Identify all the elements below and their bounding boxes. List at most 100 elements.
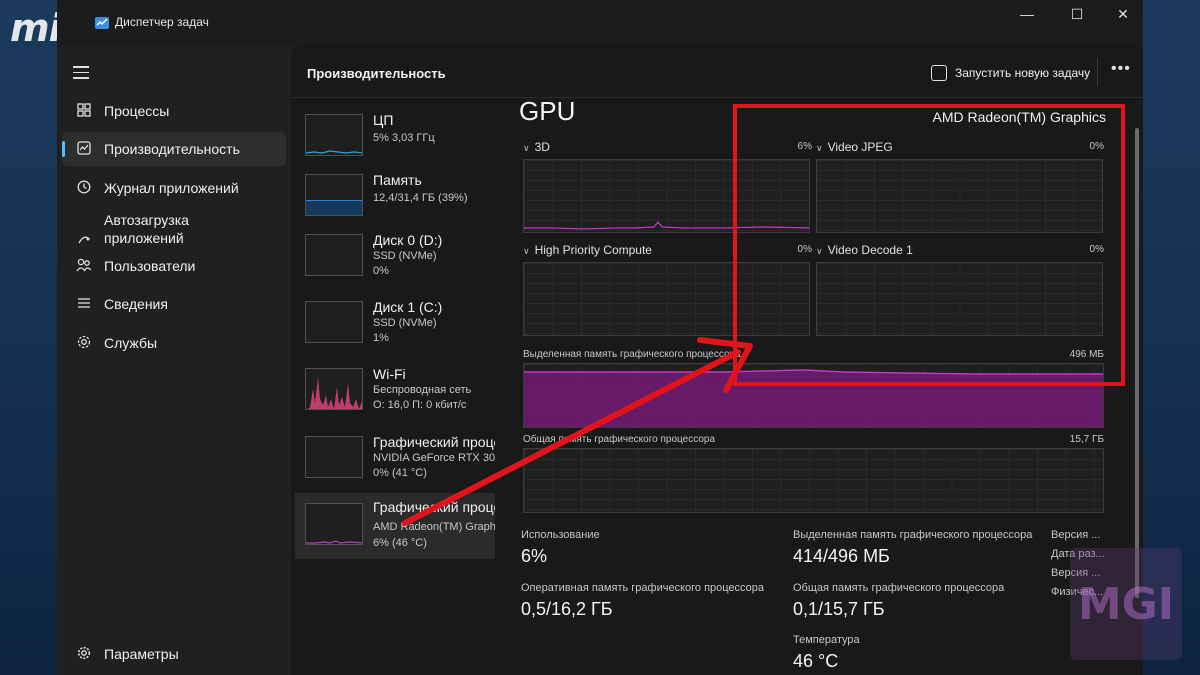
perf-item-detail: 12,4/31,4 ГБ (39%)	[373, 192, 468, 204]
nav-item-services[interactable]: Службы	[62, 326, 286, 360]
close-button[interactable]: ✕	[1100, 0, 1146, 28]
perf-item-name: Диск 1 (C:)	[373, 299, 443, 315]
engine-video-jpeg-selector[interactable]: ∨ Video JPEG	[816, 140, 893, 154]
perf-item-name: ЦП	[373, 112, 394, 128]
shared-memory-graph-max: 15,7 ГБ	[1069, 434, 1104, 445]
perf-item-cpu[interactable]: ЦП 5% 3,03 ГГц	[295, 106, 495, 166]
vertical-scrollbar[interactable]	[1135, 128, 1139, 598]
engine-video-jpeg-graph	[816, 159, 1103, 233]
nav-label: Сведения	[104, 296, 168, 312]
active-indicator	[62, 141, 65, 157]
nav-item-details[interactable]: Сведения	[62, 287, 286, 321]
startup-icon	[74, 214, 94, 250]
perf-item-gpu-1[interactable]: Графический процессор 1 AMD Radeon(TM) G…	[295, 493, 495, 559]
perf-item-detail: Беспроводная сеть	[373, 384, 472, 396]
maximize-button[interactable]: ☐	[1054, 0, 1100, 28]
nav-label: Производительность	[104, 141, 240, 157]
shared-memory-graph-label: Общая память графического процессора	[523, 434, 716, 445]
sidebar: Процессы Производительность Журнал прило…	[57, 46, 291, 675]
perf-item-value: 0% (41 °C)	[373, 467, 427, 479]
perf-item-disk-0[interactable]: Диск 0 (D:) SSD (NVMe) 0%	[295, 226, 495, 286]
perf-item-detail: 5% 3,03 ГГц	[373, 132, 435, 144]
more-options-button[interactable]: •••	[1111, 60, 1131, 78]
dedicated-memory-graph	[523, 363, 1104, 428]
run-new-task-label: Запустить новую задачу	[955, 66, 1091, 80]
perf-item-name: Диск 0 (D:)	[373, 232, 443, 248]
nav-item-processes[interactable]: Процессы	[62, 94, 286, 128]
perf-item-value: 6% (46 °C)	[373, 537, 427, 549]
engine-label: High Priority Compute	[534, 243, 652, 257]
perf-item-gpu-0[interactable]: Графический процессор 0 NVIDIA GeForce R…	[295, 428, 495, 488]
page-title: Производительность	[307, 66, 446, 81]
nav-item-app-history[interactable]: Журнал приложений	[62, 171, 286, 205]
perf-item-name: Память	[373, 172, 422, 188]
nav-label: Автозагрузка приложений	[104, 212, 189, 246]
nav-label: Пользователи	[104, 258, 196, 274]
gpu-adapter-name: AMD Radeon(TM) Graphics	[932, 109, 1107, 125]
run-new-task-button[interactable]: Запустить новую задачу	[931, 62, 1090, 84]
task-manager-window: Диспетчер задач — ☐ ✕ Процессы Производи…	[57, 0, 1143, 675]
perf-item-value: 0%	[373, 265, 389, 277]
perf-item-detail: SSD (NVMe)	[373, 250, 437, 262]
dedicated-memory-graph-label: Выделенная память графического процессор…	[523, 349, 741, 360]
perf-item-name: Wi-Fi	[373, 366, 406, 382]
engine-video-decode-selector[interactable]: ∨ Video Decode 1	[816, 243, 913, 257]
engine-high-priority-compute-graph	[523, 262, 810, 336]
gpu-memory-label: Оперативная память графического процессо…	[521, 582, 765, 594]
gpu-heading: GPU	[519, 96, 576, 126]
details-icon	[74, 296, 94, 313]
nav-label: Параметры	[104, 646, 179, 662]
dedicated-memory-graph-max: 496 МБ	[1069, 349, 1104, 360]
cpu-thumbnail-graph	[305, 114, 363, 156]
perf-item-disk-1[interactable]: Диск 1 (C:) SSD (NVMe) 1%	[295, 293, 495, 353]
driver-version-label: Версия ...	[1051, 529, 1101, 541]
gpu0-thumbnail-graph	[305, 436, 363, 478]
hamburger-menu-icon[interactable]	[73, 66, 89, 80]
services-icon	[74, 335, 94, 352]
perf-item-wifi[interactable]: Wi-Fi Беспроводная сеть О: 16,0 П: 0 кби…	[295, 360, 495, 420]
nav-label: Журнал приложений	[104, 180, 239, 196]
perf-item-name: Графический процессор 0	[373, 434, 495, 450]
nav-item-settings[interactable]: Параметры	[62, 637, 286, 671]
engine-label: Video JPEG	[827, 140, 893, 154]
perf-item-value: 1%	[373, 332, 389, 344]
task-manager-app-icon	[95, 17, 109, 29]
engine-high-priority-compute-selector[interactable]: ∨ High Priority Compute	[523, 243, 652, 257]
nav-label: Процессы	[104, 103, 170, 119]
dedicated-memory-label: Выделенная память графического процессор…	[793, 529, 1033, 541]
gear-icon	[74, 646, 94, 663]
perf-item-value: О: 16,0 П: 0 кбит/с	[373, 399, 467, 411]
engine-video-decode-graph	[816, 262, 1103, 336]
app-history-icon	[74, 180, 94, 197]
perf-item-detail: AMD Radeon(TM) Graphics	[373, 521, 495, 533]
chevron-down-icon: ∨	[523, 143, 530, 153]
usage-value: 6%	[521, 546, 548, 566]
minimize-button[interactable]: —	[1004, 0, 1050, 28]
gpu-memory-value: 0,5/16,2 ГБ	[521, 599, 613, 619]
wifi-thumbnail-graph	[305, 368, 363, 410]
shared-memory-value: 0,1/15,7 ГБ	[793, 599, 885, 619]
usage-label: Использование	[521, 529, 600, 541]
perf-item-memory[interactable]: Память 12,4/31,4 ГБ (39%)	[295, 166, 495, 226]
chevron-down-icon: ∨	[816, 246, 823, 256]
chevron-down-icon: ∨	[523, 246, 530, 256]
processes-icon	[74, 102, 94, 120]
disk0-thumbnail-graph	[305, 234, 363, 276]
dedicated-memory-value: 414/496 МБ	[793, 546, 890, 566]
corner-logo: MGI	[1070, 548, 1182, 660]
engine-3d-selector[interactable]: ∨ 3D	[523, 140, 550, 154]
engine-high-priority-compute-percent: 0%	[797, 244, 812, 255]
main-panel: Производительность Запустить новую задач…	[291, 46, 1143, 675]
nav-item-performance[interactable]: Производительность	[62, 132, 286, 166]
performance-icon	[74, 140, 94, 158]
disk1-thumbnail-graph	[305, 301, 363, 343]
temperature-label: Температура	[793, 634, 860, 646]
nav-item-startup[interactable]: Автозагрузка приложений	[62, 209, 286, 249]
perf-item-detail: NVIDIA GeForce RTX 3050	[373, 452, 495, 464]
nav-item-users[interactable]: Пользователи	[62, 249, 286, 283]
temperature-value: 46 °C	[793, 651, 839, 671]
engine-label: Video Decode 1	[827, 243, 913, 257]
engine-3d-graph	[523, 159, 810, 233]
perf-item-name: Графический процессор 1	[373, 499, 495, 515]
page-header: Производительность Запустить новую задач…	[291, 46, 1143, 98]
